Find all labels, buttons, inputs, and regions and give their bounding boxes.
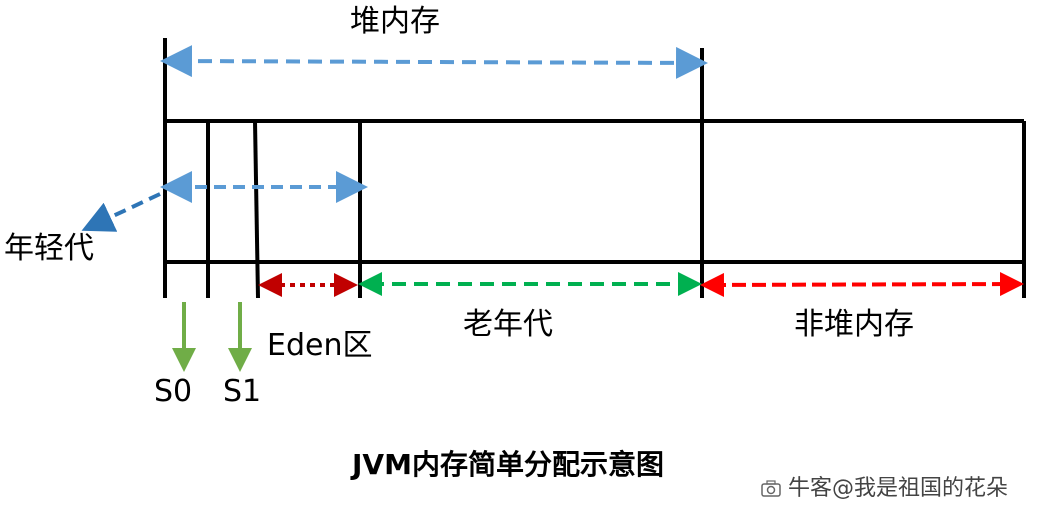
diagram-title: JVM内存简单分配示意图 [352,448,664,481]
s1-eden-divider [253,120,260,299]
heap-arrow [160,45,708,79]
heap-label: 堆内存 [350,4,440,39]
old-gen-label: 老年代 [463,307,553,342]
watermark: 牛客@我是祖国的花朵 [788,476,1009,501]
young-gen-label: 年轻代 [4,231,94,266]
non-heap-label: 非堆内存 [794,307,914,342]
s0-label: S0 [154,374,193,409]
memory-diagram [81,38,1026,372]
young-gen-pointer [81,192,161,232]
non-heap-arrow [700,272,1024,297]
camera-icon [761,480,781,497]
s1-label: S1 [223,374,262,409]
eden-label: Eden区 [267,328,373,363]
